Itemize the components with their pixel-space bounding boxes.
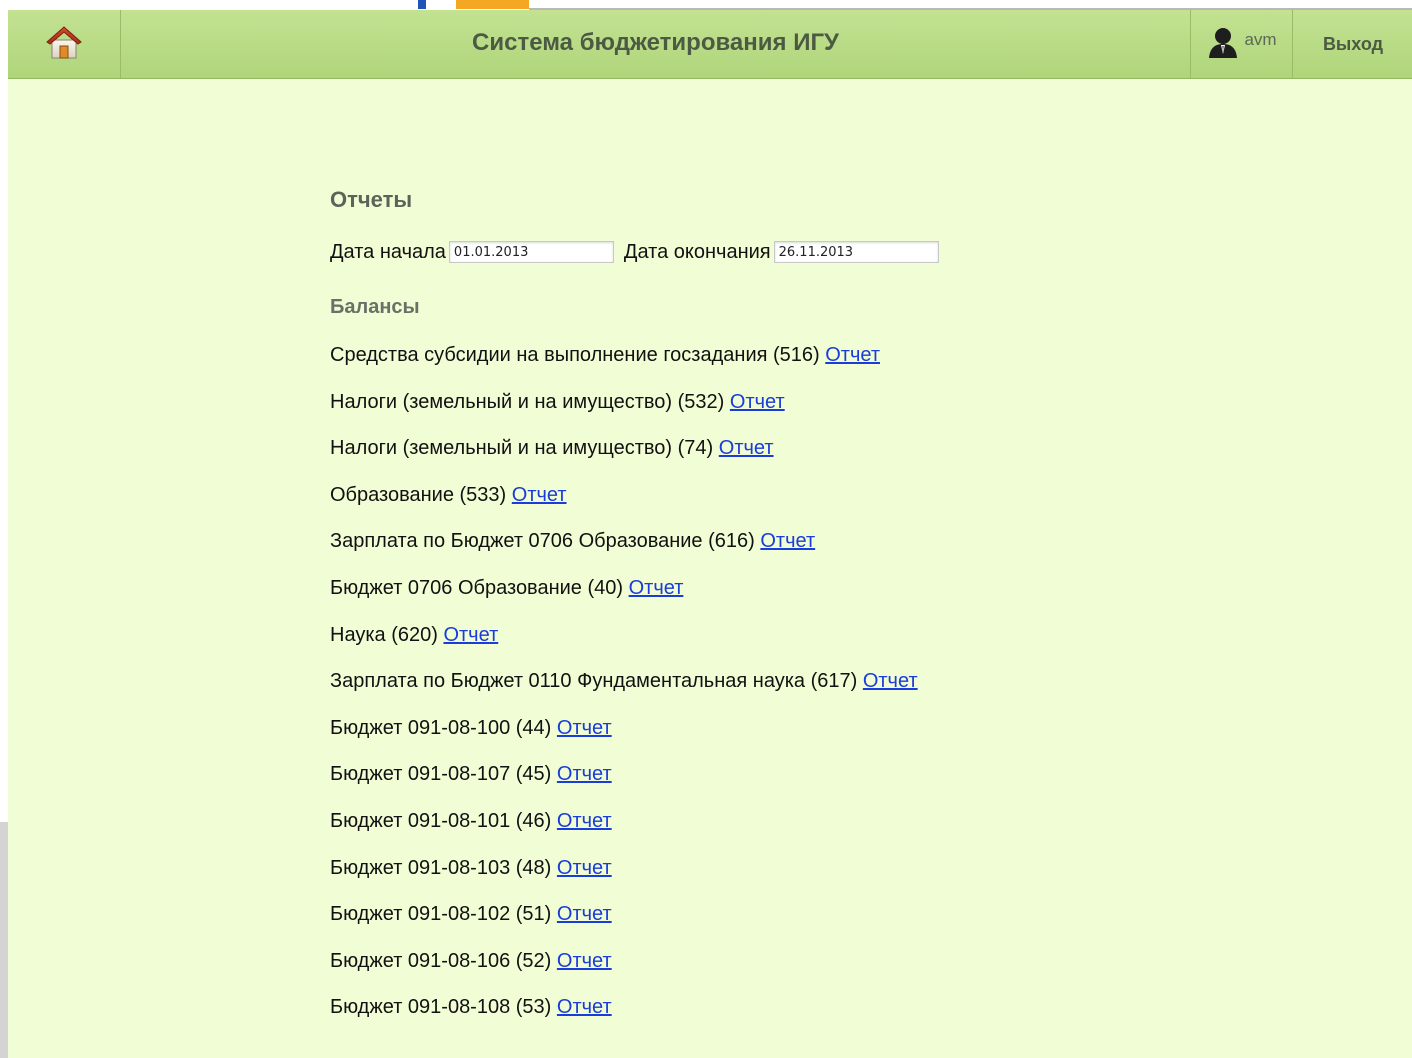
report-link[interactable]: Отчет: [443, 624, 498, 646]
balance-item-text: Бюджет 091-08-106 (52): [330, 949, 552, 972]
report-link[interactable]: Отчет: [863, 670, 918, 692]
reports-section: Отчеты Дата начала Дата окончания Баланс…: [330, 180, 1230, 1031]
balance-item-text: Бюджет 091-08-107 (45): [330, 763, 552, 786]
report-link[interactable]: Отчет: [629, 577, 684, 599]
reports-title: Отчеты: [330, 187, 413, 212]
list-item: Бюджет 091-08-101 (46) Отчет: [330, 798, 1230, 845]
list-item: Зарплата по Бюджет 0110 Фундаментальная …: [330, 658, 1230, 705]
balance-item-text: Бюджет 091-08-101 (46): [330, 809, 552, 832]
report-link[interactable]: Отчет: [557, 717, 612, 739]
balance-item-text: Налоги (земельный и на имущество) (532): [330, 390, 725, 413]
report-link[interactable]: Отчет: [760, 530, 815, 552]
list-item: Зарплата по Бюджет 0706 Образование (616…: [330, 518, 1230, 565]
report-link[interactable]: Отчет: [557, 810, 612, 832]
list-item: Бюджет 091-08-103 (48) Отчет: [330, 845, 1230, 892]
report-link[interactable]: Отчет: [557, 950, 612, 972]
end-date-input[interactable]: [773, 241, 939, 263]
balance-item-text: Образование (533): [330, 483, 507, 506]
balance-item-text: Зарплата по Бюджет 0110 Фундаментальная …: [330, 670, 858, 693]
list-item: Бюджет 091-08-102 (51) Отчет: [330, 891, 1230, 938]
browser-top-strip: [0, 0, 1412, 10]
report-link[interactable]: Отчет: [557, 996, 612, 1018]
strip-blue-block: [418, 0, 426, 9]
date-range-row: Дата начала Дата окончания: [330, 236, 1230, 268]
start-date-input[interactable]: [448, 241, 614, 263]
report-link[interactable]: Отчет: [557, 903, 612, 925]
home-button[interactable]: [8, 10, 121, 78]
list-item: Бюджет 091-08-107 (45) Отчет: [330, 751, 1230, 798]
list-item: Бюджет 091-08-106 (52) Отчет: [330, 938, 1230, 985]
list-item: Образование (533) Отчет: [330, 472, 1230, 519]
report-link[interactable]: Отчет: [512, 484, 567, 506]
list-item: Бюджет 091-08-100 (44) Отчет: [330, 705, 1230, 752]
list-item: Налоги (земельный и на имущество) (74) О…: [330, 425, 1230, 472]
balance-list: Средства субсидии на выполнение госзадан…: [330, 332, 1230, 1031]
balance-item-text: Наука (620): [330, 623, 438, 646]
app-header: Система бюджетирования ИГУ avm Выход: [8, 10, 1412, 79]
strip-orange-block: [456, 0, 529, 9]
report-link[interactable]: Отчет: [730, 391, 785, 413]
balance-item-text: Бюджет 091-08-102 (51): [330, 903, 552, 926]
balance-item-text: Бюджет 091-08-108 (53): [330, 996, 552, 1019]
user-name: avm: [1244, 30, 1277, 49]
balance-item-text: Бюджет 091-08-100 (44): [330, 716, 552, 739]
balances-title: Балансы: [330, 296, 420, 318]
user-avatar-icon: [1206, 25, 1240, 64]
list-item: Налоги (земельный и на имущество) (532) …: [330, 379, 1230, 426]
balance-item-text: Зарплата по Бюджет 0706 Образование (616…: [330, 530, 755, 553]
end-date-label: Дата окончания: [623, 240, 771, 263]
report-link[interactable]: Отчет: [719, 437, 774, 459]
balance-item-text: Бюджет 091-08-103 (48): [330, 856, 552, 879]
home-icon: [44, 23, 84, 66]
left-edge-grey: [0, 822, 8, 1058]
app-title: Система бюджетирования ИГУ: [472, 29, 839, 56]
balance-item-text: Средства субсидии на выполнение госзадан…: [330, 344, 820, 366]
report-link[interactable]: Отчет: [825, 344, 880, 366]
list-item: Наука (620) Отчет: [330, 612, 1230, 659]
report-link[interactable]: Отчет: [557, 763, 612, 785]
start-date-label: Дата начала: [330, 240, 446, 263]
list-item: Бюджет 0706 Образование (40) Отчет: [330, 565, 1230, 612]
list-item: Бюджет 091-08-108 (53) Отчет: [330, 984, 1230, 1031]
report-link[interactable]: Отчет: [557, 857, 612, 879]
user-info[interactable]: avm: [1190, 10, 1293, 78]
balance-item-text: Бюджет 0706 Образование (40): [330, 576, 624, 599]
app-page: Система бюджетирования ИГУ avm Выход Отч…: [8, 10, 1412, 1058]
balance-item-text: Налоги (земельный и на имущество) (74): [330, 437, 714, 460]
logout-button[interactable]: Выход: [1294, 10, 1412, 78]
list-item: Средства субсидии на выполнение госзадан…: [330, 332, 1230, 379]
